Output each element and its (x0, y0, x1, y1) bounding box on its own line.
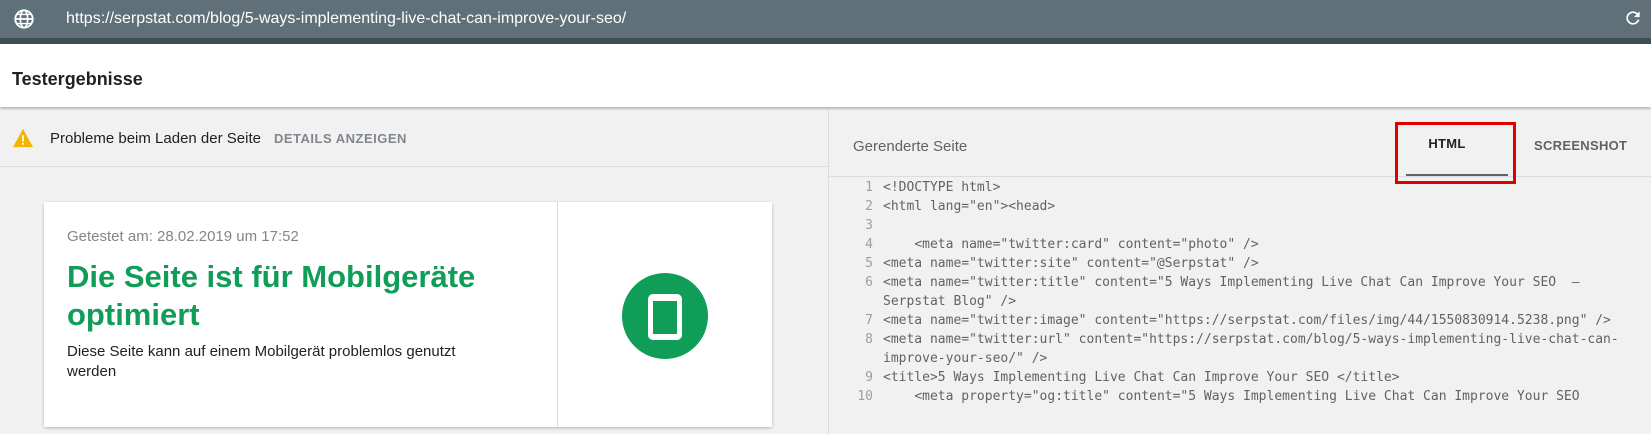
tested-timestamp: Getestet am: 28.02.2019 um 17:52 (67, 228, 299, 245)
code-text: <!DOCTYPE html> (883, 180, 1001, 195)
issues-row: Probleme beim Laden der Seite DETAILS AN… (0, 110, 828, 167)
code-text: <meta name="twitter:url" content="https:… (883, 332, 1619, 366)
globe-icon (14, 9, 34, 29)
page-title: Testergebnisse (12, 69, 143, 89)
url-text[interactable]: https://serpstat.com/blog/5-ways-impleme… (66, 9, 626, 29)
result-headline: Die Seite ist für Mobilgeräte optimiert (67, 259, 476, 332)
code-text: <meta name="twitter:site" content="@Serp… (883, 256, 1259, 271)
rendered-page-panel: Gerenderte Seite HTML SCREENSHOT 1 <!DOCT… (829, 110, 1651, 434)
browser-address-bar: https://serpstat.com/blog/5-ways-impleme… (0, 0, 1651, 38)
code-line: 6 <meta name="twitter:title" content="5 W… (829, 273, 1651, 311)
mobile-phone-icon (622, 273, 708, 359)
line-number: 10 (857, 389, 873, 404)
code-line: 9 <title>5 Ways Implementing Live Chat Ca… (829, 368, 1651, 387)
result-panel: Probleme beim Laden der Seite DETAILS AN… (0, 110, 829, 434)
line-number: 1 (865, 180, 873, 195)
code-text: <meta name="twitter:title" content="5 Wa… (883, 275, 1588, 309)
warning-icon (13, 128, 33, 148)
results-header: Testergebnisse (0, 44, 1651, 107)
code-line: 2 <html lang="en"><head> (829, 197, 1651, 216)
code-text: <meta name="twitter:card" content="photo… (883, 237, 1259, 252)
rendered-page-header: Gerenderte Seite HTML SCREENSHOT (829, 110, 1651, 184)
code-line: 5 <meta name="twitter:site" content="@Ser… (829, 254, 1651, 273)
issues-message: Probleme beim Laden der Seite (50, 130, 261, 147)
line-number: 5 (865, 256, 873, 271)
show-details-button[interactable]: DETAILS ANZEIGEN (274, 131, 407, 147)
code-line: 4 <meta name="twitter:card" content="pho… (829, 235, 1651, 254)
code-line: 3 (829, 216, 1651, 235)
rendered-page-title: Gerenderte Seite (853, 138, 968, 155)
line-number: 9 (865, 370, 873, 385)
line-number: 8 (865, 332, 873, 347)
code-text: <meta property="og:title" content="5 Way… (883, 389, 1580, 404)
tab-screenshot[interactable]: SCREENSHOT (1534, 138, 1627, 154)
card-divider (557, 202, 558, 427)
reload-icon[interactable] (1623, 8, 1643, 28)
line-number: 2 (865, 199, 873, 214)
mobile-friendly-card: Getestet am: 28.02.2019 um 17:52 Die Sei… (44, 202, 772, 427)
highlight-box (1395, 122, 1516, 184)
code-text: <title>5 Ways Implementing Live Chat Can… (883, 370, 1400, 385)
line-number: 6 (865, 275, 873, 290)
code-line: 10 <meta property="og:title" content="5 … (829, 387, 1651, 406)
code-text: <html lang="en"><head> (883, 199, 1056, 214)
line-number: 7 (865, 313, 873, 328)
html-source-view[interactable]: 1 <!DOCTYPE html> 2 <html lang="en"><head> 3… (829, 178, 1651, 434)
code-text: <meta name="twitter:image" content="http… (883, 313, 1611, 328)
result-description: Diese Seite kann auf einem Mobilgerät pr… (67, 343, 456, 380)
line-number: 4 (865, 237, 873, 252)
code-line: 8 <meta name="twitter:url" content="https… (829, 330, 1651, 368)
code-line: 7 <meta name="twitter:image" content="htt… (829, 311, 1651, 330)
line-number: 3 (865, 218, 873, 233)
code-line: 1 <!DOCTYPE html> (829, 178, 1651, 197)
